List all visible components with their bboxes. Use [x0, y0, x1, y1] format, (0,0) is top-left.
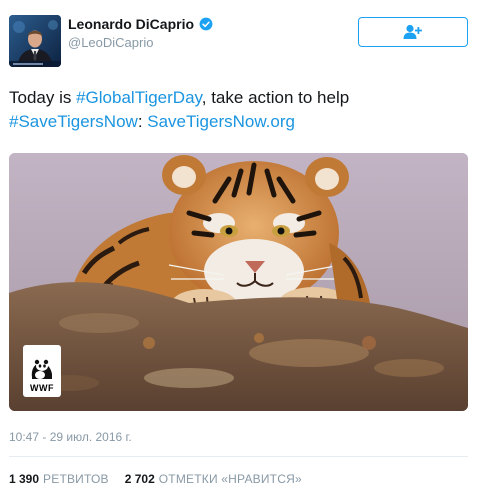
retweets-stat[interactable]: 1 390 РЕТВИТОВ: [9, 472, 109, 486]
tweet-stats: 1 390 РЕТВИТОВ 2 702 ОТМЕТКИ «НРАВИТСЯ»: [9, 472, 302, 486]
hashtag-link-globaltigerday[interactable]: #GlobalTigerDay: [76, 88, 202, 107]
avatar[interactable]: [9, 15, 61, 67]
tweet-timestamp[interactable]: 10:47 - 29 июл. 2016 г.: [9, 430, 132, 444]
wwf-logo-text: WWF: [30, 383, 54, 393]
tweet-card: Leonardo DiCaprio @LeoDiCaprio Today is …: [0, 0, 477, 500]
hashtag-link-savetigersnow[interactable]: #SaveTigersNow: [9, 112, 138, 131]
likes-count: 2 702: [124, 472, 155, 486]
avatar-image: [9, 15, 61, 67]
tiger-cub-photo: [9, 153, 468, 411]
tweet-media-image[interactable]: WWF: [9, 153, 468, 411]
tweet-text-separator: :: [137, 112, 148, 131]
url-link[interactable]: SaveTigersNow.org: [147, 112, 295, 131]
panda-icon: [31, 359, 52, 379]
divider: [9, 456, 468, 457]
tweet-text: Today is #GlobalTigerDay, take action to…: [9, 86, 469, 134]
display-name[interactable]: Leonardo DiCaprio: [68, 16, 194, 32]
follow-button[interactable]: [358, 17, 468, 47]
retweets-label: РЕТВИТОВ: [43, 472, 109, 486]
user-handle[interactable]: @LeoDiCaprio: [68, 35, 153, 50]
add-user-icon: [403, 24, 422, 39]
tweet-text-middle: , take action to help: [201, 88, 350, 107]
likes-stat[interactable]: 2 702 ОТМЕТКИ «НРАВИТСЯ»: [125, 472, 302, 486]
likes-label: ОТМЕТКИ «НРАВИТСЯ»: [158, 472, 302, 486]
verified-badge-icon: [199, 17, 213, 31]
tweet-text-prefix: Today is: [9, 88, 77, 107]
retweets-count: 1 390: [9, 472, 40, 486]
name-row: Leonardo DiCaprio: [68, 16, 213, 32]
wwf-logo: WWF: [23, 345, 61, 397]
